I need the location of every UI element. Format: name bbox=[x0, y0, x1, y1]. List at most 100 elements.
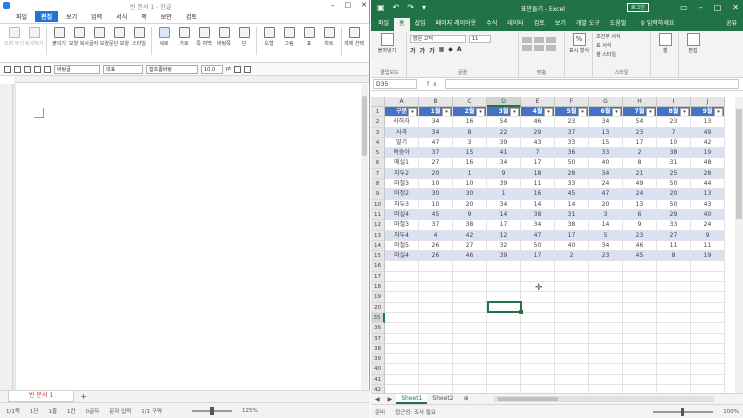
cell[interactable] bbox=[623, 292, 657, 303]
cell[interactable]: 33 bbox=[657, 220, 691, 231]
cell[interactable] bbox=[589, 271, 623, 283]
cell[interactable]: 32 bbox=[487, 240, 521, 252]
close-icon[interactable]: ✕ bbox=[732, 3, 739, 12]
cell[interactable]: 42 bbox=[691, 137, 725, 149]
italic-icon[interactable] bbox=[244, 65, 252, 73]
new-document-icon[interactable] bbox=[4, 65, 11, 73]
table-format-button[interactable]: 표 서식 bbox=[596, 42, 647, 51]
row-header[interactable]: 18 bbox=[371, 282, 385, 293]
document-tab[interactable]: 빈 문서 1 bbox=[8, 391, 75, 402]
cell[interactable]: 50 bbox=[657, 199, 691, 210]
cell[interactable] bbox=[623, 333, 657, 344]
cell[interactable] bbox=[385, 333, 419, 344]
cell[interactable] bbox=[385, 282, 419, 293]
font-select[interactable]: 함초롬바탕 bbox=[146, 64, 198, 74]
cell[interactable]: 40 bbox=[555, 240, 589, 252]
cell[interactable]: 54 bbox=[623, 117, 657, 128]
cell[interactable] bbox=[555, 302, 589, 313]
cell[interactable]: 17 bbox=[521, 158, 555, 169]
hwp-ribbon-button[interactable]: 도형 bbox=[259, 27, 279, 47]
cell[interactable] bbox=[487, 364, 521, 375]
align-bottom-icon[interactable] bbox=[546, 45, 556, 51]
cell[interactable]: 45 bbox=[555, 189, 589, 200]
column-header[interactable]: D bbox=[487, 97, 521, 107]
row-header[interactable]: 38 bbox=[371, 343, 385, 355]
cell[interactable] bbox=[691, 261, 725, 272]
hwp-menu-item[interactable]: 입력 bbox=[85, 11, 108, 22]
column-header[interactable]: J bbox=[691, 97, 725, 107]
cell[interactable] bbox=[589, 261, 623, 272]
cell[interactable]: 39 bbox=[487, 179, 521, 190]
cell[interactable]: 마실4 bbox=[385, 251, 419, 262]
cell[interactable] bbox=[657, 343, 691, 355]
cell[interactable] bbox=[453, 364, 487, 375]
cell[interactable] bbox=[385, 302, 419, 313]
column-header[interactable]: A bbox=[385, 97, 419, 107]
cell[interactable] bbox=[657, 354, 691, 365]
cell[interactable] bbox=[521, 261, 555, 272]
cell[interactable]: 24 bbox=[691, 220, 725, 231]
cell[interactable] bbox=[657, 333, 691, 344]
cell[interactable]: 37 bbox=[419, 220, 453, 231]
cell[interactable]: 17 bbox=[521, 251, 555, 262]
save-icon[interactable] bbox=[24, 65, 31, 73]
cell[interactable]: 4 bbox=[419, 230, 453, 241]
cell[interactable] bbox=[453, 354, 487, 365]
cell[interactable] bbox=[521, 323, 555, 334]
active-cell[interactable] bbox=[487, 301, 523, 314]
hwp-ribbon-button[interactable]: 쪽 여백 bbox=[194, 27, 214, 47]
font-size-input[interactable]: 10.0 bbox=[201, 64, 223, 74]
cell[interactable]: 37 bbox=[419, 148, 453, 159]
cell[interactable] bbox=[623, 261, 657, 272]
cell[interactable]: 1 bbox=[487, 189, 521, 200]
cell[interactable]: 31 bbox=[555, 209, 589, 221]
hwp-ribbon-button[interactable]: 붙이기 bbox=[49, 27, 69, 47]
cell[interactable] bbox=[453, 261, 487, 272]
cell[interactable] bbox=[555, 354, 589, 365]
row-header[interactable]: 17 bbox=[371, 271, 385, 283]
ribbon-tab[interactable]: 개발 도구 bbox=[571, 18, 605, 31]
cell[interactable]: 40 bbox=[691, 209, 725, 221]
hwp-zoom-level[interactable]: 125% bbox=[242, 408, 258, 414]
cell[interactable] bbox=[453, 292, 487, 303]
zoom-slider[interactable] bbox=[653, 407, 714, 416]
maximize-icon[interactable]: □ bbox=[714, 3, 722, 12]
cell[interactable]: 13 bbox=[623, 199, 657, 210]
cell[interactable]: 11 bbox=[521, 179, 555, 190]
cell[interactable] bbox=[487, 271, 521, 283]
cell[interactable] bbox=[691, 364, 725, 375]
ribbon-tab[interactable]: 삽입 bbox=[410, 18, 431, 31]
cell[interactable]: 39 bbox=[487, 137, 521, 149]
cell[interactable]: 23 bbox=[589, 251, 623, 262]
spreadsheet-grid[interactable]: ABCDEFGHIJ 1구분1월2월3월4월5월6월7월8월9월2사하자3416… bbox=[371, 97, 743, 396]
zoom-knob[interactable] bbox=[209, 406, 214, 415]
ribbon-tab[interactable]: 페이지 레이아웃 bbox=[431, 18, 482, 31]
cell[interactable]: 17 bbox=[623, 137, 657, 149]
row-header[interactable]: 5 bbox=[371, 148, 385, 159]
cell[interactable]: 39 bbox=[487, 251, 521, 262]
hwp-ribbon-button[interactable]: 세로 bbox=[154, 27, 174, 47]
cell[interactable] bbox=[589, 312, 623, 324]
cell[interactable]: 34 bbox=[487, 158, 521, 169]
cell[interactable]: 29 bbox=[657, 209, 691, 221]
cell[interactable] bbox=[487, 374, 521, 386]
cell[interactable]: 29 bbox=[521, 127, 555, 138]
cell[interactable]: 11 bbox=[691, 240, 725, 252]
cell[interactable]: 10 bbox=[419, 199, 453, 210]
cell[interactable]: 14 bbox=[521, 199, 555, 210]
row-header[interactable]: 15 bbox=[371, 251, 385, 262]
cell[interactable] bbox=[623, 354, 657, 365]
cell[interactable]: 11 bbox=[657, 240, 691, 252]
hwp-ribbon-button[interactable]: 차트 bbox=[319, 27, 339, 47]
cell[interactable]: 9 bbox=[691, 230, 725, 241]
cell[interactable]: 26 bbox=[419, 251, 453, 262]
formula-input[interactable] bbox=[444, 79, 739, 89]
cell[interactable]: 38 bbox=[521, 209, 555, 221]
cell[interactable] bbox=[589, 364, 623, 375]
cell[interactable] bbox=[385, 343, 419, 355]
cell[interactable] bbox=[419, 343, 453, 355]
cell[interactable] bbox=[419, 333, 453, 344]
undo-icon[interactable]: ↶ bbox=[393, 3, 400, 12]
header-cell[interactable]: 3월 bbox=[487, 107, 521, 118]
cell[interactable]: 45 bbox=[419, 209, 453, 221]
